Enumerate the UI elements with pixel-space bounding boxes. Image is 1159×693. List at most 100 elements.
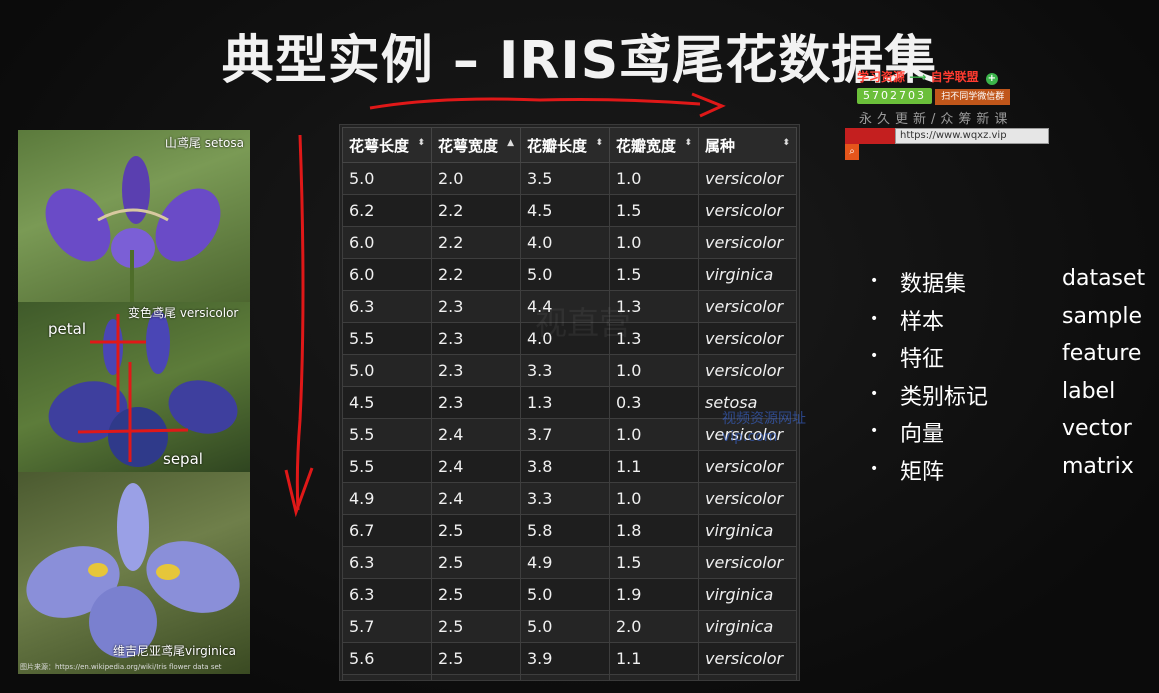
sort-icon[interactable]: ⬍: [684, 138, 692, 148]
table-cell: virginica: [698, 610, 797, 643]
table-cell: 1.1: [609, 450, 699, 483]
promo-line2: 5702703 扫不同学微信群: [857, 88, 1011, 105]
search-icon[interactable]: ⌕: [845, 144, 859, 160]
table-cell: 0.3: [609, 386, 699, 419]
bullet-icon: •: [870, 273, 879, 289]
photo-virginica: 维吉尼亚鸢尾virginica: [18, 472, 250, 674]
table-cell: versicolor: [698, 642, 797, 675]
table-cell: 3.7: [520, 418, 610, 451]
setosa-caption: 山鸢尾 setosa: [164, 136, 244, 150]
term-list: • 数据集 dataset • 样本 sample • 特征 feature • 类别标记 la…: [870, 266, 1155, 492]
watermark-center: 视直营: [535, 304, 632, 342]
table-cell: virginica: [698, 258, 797, 291]
table-cell: 2.0: [609, 610, 699, 643]
table-cell: 1.0: [609, 162, 699, 195]
plus-icon: +: [985, 73, 998, 85]
table-cell: 5.5: [342, 322, 432, 355]
list-item: • 类别标记 label: [870, 378, 1116, 410]
table-cell: 2.3: [431, 354, 521, 387]
table-cell: versicolor: [698, 322, 797, 355]
table-row[interactable]: 5.6 2.5 3.9 1.1 versicolor: [342, 642, 797, 675]
promo-logo: [845, 128, 895, 144]
table-cell: 1.3: [520, 386, 610, 419]
table-cell: 6.2: [342, 194, 432, 227]
table-row[interactable]: 6.3 2.5 4.9 1.5 versicolor: [342, 546, 797, 579]
table-cell: 6.3: [342, 578, 432, 611]
table-cell: 6.3: [342, 546, 432, 579]
promo-line3: 永久更新/众筹新课: [859, 112, 1013, 127]
sort-ascending-icon[interactable]: ▲: [507, 138, 514, 148]
table-row[interactable]: 6.0 2.2 5.0 1.5 virginica: [342, 258, 797, 291]
promo-line4: https://www.wqxz.vip ⌕: [845, 128, 1061, 160]
table-cell: versicolor: [698, 162, 797, 195]
promo-line1: 学习资源 ⟶ 自学联盟 +: [857, 68, 1057, 85]
table-cell: versicolor: [698, 546, 797, 579]
table-row[interactable]: 6.2 2.2 4.5 1.5 versicolor: [342, 194, 797, 227]
table-cell: 2.5: [431, 578, 521, 611]
table-cell: 2.4: [431, 418, 521, 451]
table-cell: 5.0: [520, 578, 610, 611]
table-cell: 4.5: [342, 386, 432, 419]
col-header-sepal-length[interactable]: 花萼长度 ⬍: [342, 127, 432, 163]
versicolor-caption: 变色鸢尾 versicolor: [128, 306, 239, 320]
sort-icon[interactable]: ⬍: [417, 138, 425, 148]
table-cell: 4.9: [342, 482, 432, 515]
table-cell: 2.2: [431, 194, 521, 227]
table-cell: 1.0: [609, 354, 699, 387]
table-cell: 5.0: [520, 258, 610, 291]
table-row[interactable]: 5.0 2.3 3.3 1.0 versicolor: [342, 354, 797, 387]
table-cell: 6.7: [342, 514, 432, 547]
promo-url[interactable]: https://www.wqxz.vip: [895, 128, 1049, 144]
table-cell: 2.3: [431, 322, 521, 355]
list-item: • 矩阵 matrix: [870, 453, 1134, 485]
list-item: • 特征 feature: [870, 341, 1142, 373]
promo-qq-hint: 扫不同学微信群: [935, 89, 1011, 105]
bullet-icon: •: [870, 423, 879, 440]
table-cell: 1.8: [609, 514, 699, 547]
table-cell: 4.5: [520, 194, 610, 227]
table-header-row: 花萼长度 ⬍ 花萼宽度 ▲ 花瓣长度 ⬍ 花瓣宽度 ⬍ 属种 ⬍: [342, 127, 797, 163]
bullet-icon: •: [870, 385, 879, 402]
table-cell: 1.0: [609, 482, 699, 515]
table-cell: 5.0: [342, 354, 432, 387]
table-cell: 2.2: [431, 226, 521, 259]
table-row[interactable]: 6.3 2.5 5.0 1.9 virginica: [342, 578, 797, 611]
table-cell: virginica: [698, 578, 797, 611]
list-item: • 样本 sample: [870, 303, 1142, 335]
table-cell: 3.3: [520, 482, 610, 515]
iris-data-table: 花萼长度 ⬍ 花萼宽度 ▲ 花瓣长度 ⬍ 花瓣宽度 ⬍ 属种 ⬍ 5.0 2.0 3.5 1.0…: [339, 124, 800, 681]
table-row[interactable]: [342, 674, 797, 680]
col-header-petal-width[interactable]: 花瓣宽度 ⬍: [609, 127, 699, 163]
arrow-right-icon: ⟶: [909, 70, 927, 84]
table-cell: 1.5: [609, 194, 699, 227]
col-header-species[interactable]: 属种 ⬍: [698, 127, 797, 163]
table-cell: 4.0: [520, 226, 610, 259]
table-cell: 6.0: [342, 258, 432, 291]
table-row[interactable]: 5.0 2.0 3.5 1.0 versicolor: [342, 162, 797, 195]
iris-photos: 山鸢尾 setosa 变色鸢尾 versicolor petal sepal 维…: [18, 130, 250, 674]
table-cell: 5.5: [342, 450, 432, 483]
table-cell: 1.0: [609, 418, 699, 451]
table-cell: 3.9: [520, 642, 610, 675]
sort-icon[interactable]: ⬍: [782, 138, 790, 148]
table-cell: 1.5: [609, 258, 699, 291]
col-header-sepal-width[interactable]: 花萼宽度 ▲: [431, 127, 521, 163]
table-row[interactable]: 4.9 2.4 3.3 1.0 versicolor: [342, 482, 797, 515]
table-cell: versicolor: [698, 450, 797, 483]
table-cell: 3.8: [520, 450, 610, 483]
table-cell: 1.0: [609, 226, 699, 259]
list-item: • 数据集 dataset: [870, 266, 1146, 297]
table-cell: 3.5: [520, 162, 610, 195]
table-cell: 2.2: [431, 258, 521, 291]
sort-icon[interactable]: ⬍: [595, 138, 603, 148]
table-cell: [698, 674, 797, 680]
table-cell: 2.3: [431, 386, 521, 419]
table-cell: versicolor: [698, 226, 797, 259]
col-header-petal-length[interactable]: 花瓣长度 ⬍: [520, 127, 610, 163]
table-row[interactable]: 5.5 2.4 3.8 1.1 versicolor: [342, 450, 797, 483]
table-row[interactable]: 6.7 2.5 5.8 1.8 virginica: [342, 514, 797, 547]
table-cell: 6.3: [342, 290, 432, 323]
table-cell: [609, 674, 699, 680]
table-row[interactable]: 5.7 2.5 5.0 2.0 virginica: [342, 610, 797, 643]
table-row[interactable]: 6.0 2.2 4.0 1.0 versicolor: [342, 226, 797, 259]
